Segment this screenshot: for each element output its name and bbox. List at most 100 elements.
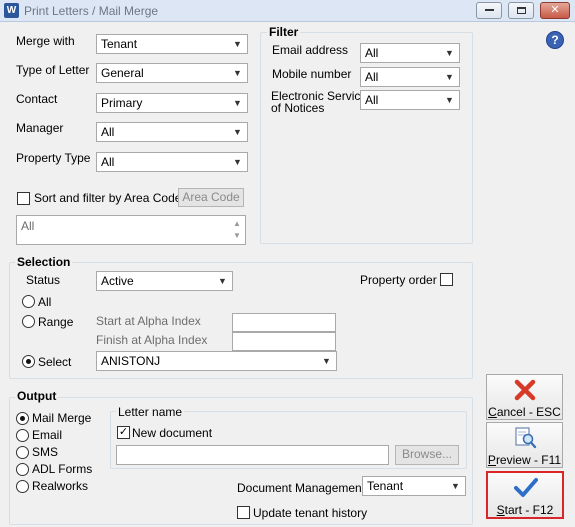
property-type-value: All	[101, 155, 115, 169]
document-management-value: Tenant	[367, 479, 404, 493]
output-sms-label: SMS	[32, 445, 59, 459]
chevron-down-icon: ▼	[233, 39, 242, 49]
output-mail-merge-label: Mail Merge	[32, 411, 92, 425]
radio-range-label: Range	[38, 315, 74, 329]
type-of-letter-value: General	[101, 66, 144, 80]
finish-alpha-label: Finish at Alpha Index	[96, 333, 208, 347]
email-filter-value: All	[365, 46, 379, 60]
area-code-button[interactable]: Area Code	[178, 188, 244, 207]
status-select[interactable]: Active ▼	[96, 271, 233, 291]
status-label: Status	[26, 273, 61, 287]
finish-alpha-input[interactable]	[232, 332, 336, 351]
start-button[interactable]: Start - F12	[486, 471, 564, 519]
help-icon[interactable]: ?	[546, 31, 564, 49]
chevron-down-icon: ▼	[233, 157, 242, 167]
output-mail-merge-radio[interactable]	[16, 412, 29, 425]
esn-filter-value: All	[365, 93, 379, 107]
selection-title: Selection	[15, 255, 73, 269]
merge-with-value: Tenant	[101, 37, 138, 51]
manager-label: Manager	[16, 121, 64, 135]
chevron-down-icon: ▼	[233, 98, 242, 108]
start-alpha-input[interactable]	[232, 313, 336, 332]
property-order-checkbox[interactable]	[440, 273, 453, 286]
chevron-down-icon: ▼	[445, 48, 454, 58]
output-sms-radio[interactable]	[16, 446, 29, 459]
document-management-label: Document Management	[237, 481, 366, 495]
type-of-letter-label: Type of Letter	[16, 63, 90, 77]
output-realworks-radio[interactable]	[16, 480, 29, 493]
checkmark-icon	[514, 478, 538, 497]
close-icon: ✕	[550, 4, 560, 16]
dialog-body: ? Merge with Tenant ▼ Type of Letter Gen…	[0, 22, 575, 527]
update-tenant-history-checkbox[interactable]	[237, 506, 250, 519]
radio-select-label: Select	[38, 355, 72, 369]
contact-label: Contact	[16, 92, 58, 106]
start-alpha-label: Start at Alpha Index	[96, 314, 201, 328]
close-window-button[interactable]: ✕	[540, 2, 570, 19]
mobile-filter-select[interactable]: All ▼	[360, 67, 460, 87]
output-adl-forms-label: ADL Forms	[32, 462, 93, 476]
output-email-label: Email	[32, 428, 63, 442]
radio-all-label: All	[38, 295, 52, 309]
preview-button[interactable]: Preview - F11	[486, 422, 563, 468]
email-filter-select[interactable]: All ▼	[360, 43, 460, 63]
filter-group	[260, 32, 473, 244]
chevron-down-icon: ▼	[218, 276, 227, 286]
merge-with-select[interactable]: Tenant ▼	[96, 34, 248, 54]
maximize-icon	[516, 6, 526, 14]
property-type-select[interactable]: All ▼	[96, 152, 248, 172]
minimize-icon	[484, 9, 494, 12]
output-email-radio[interactable]	[16, 429, 29, 442]
update-tenant-history-label: Update tenant history	[253, 506, 368, 520]
status-value: Active	[101, 274, 134, 288]
document-management-select[interactable]: Tenant ▼	[362, 476, 466, 496]
preview-button-label: Preview - F11	[487, 453, 562, 467]
output-realworks-label: Realworks	[32, 479, 89, 493]
letter-name-input[interactable]	[116, 445, 389, 465]
mobile-filter-label: Mobile number	[272, 67, 352, 81]
merge-with-label: Merge with	[16, 34, 75, 48]
cancel-button-label: Cancel - ESC	[488, 405, 561, 419]
output-adl-forms-radio[interactable]	[16, 463, 29, 476]
contact-select[interactable]: Primary ▼	[96, 93, 248, 113]
property-order-label: Property order	[360, 273, 437, 287]
email-filter-label: Email address	[272, 43, 349, 57]
area-code-list-value: All	[21, 219, 35, 233]
maximize-button[interactable]	[508, 2, 534, 19]
sort-area-code-checkbox[interactable]	[17, 192, 30, 205]
new-document-checkbox[interactable]: ✓	[117, 426, 130, 439]
title-bar: W Print Letters / Mail Merge ✕	[0, 0, 575, 22]
new-document-label: New document	[132, 426, 213, 440]
area-code-list[interactable]: All ▲ ▼	[16, 215, 246, 245]
select-index-value: ANISTONJ	[101, 354, 161, 368]
word-app-icon: W	[4, 3, 19, 18]
radio-select[interactable]	[22, 355, 35, 368]
preview-magnifier-icon	[515, 427, 537, 449]
radio-range[interactable]	[22, 315, 35, 328]
property-type-label: Property Type	[16, 151, 91, 165]
select-index-select[interactable]: ANISTONJ ▼	[96, 351, 337, 371]
type-of-letter-select[interactable]: General ▼	[96, 63, 248, 83]
manager-value: All	[101, 125, 115, 139]
cancel-x-icon	[514, 379, 536, 401]
scroll-arrows-icon[interactable]: ▲ ▼	[232, 218, 242, 242]
contact-value: Primary	[101, 96, 143, 110]
radio-all[interactable]	[22, 295, 35, 308]
manager-select[interactable]: All ▼	[96, 122, 248, 142]
window-title: Print Letters / Mail Merge	[24, 4, 159, 18]
browse-button[interactable]: Browse...	[395, 445, 459, 465]
output-title: Output	[15, 389, 59, 403]
filter-title: Filter	[267, 25, 301, 39]
minimize-button[interactable]	[476, 2, 502, 19]
esn-label-line2: of Notices	[271, 101, 325, 115]
chevron-down-icon: ▼	[233, 68, 242, 78]
chevron-down-icon: ▼	[445, 95, 454, 105]
esn-filter-label: Electronic Service of Notices	[271, 90, 367, 114]
chevron-down-icon: ▼	[233, 127, 242, 137]
cancel-button[interactable]: Cancel - ESC	[486, 374, 563, 420]
esn-filter-select[interactable]: All ▼	[360, 90, 460, 110]
chevron-down-icon: ▼	[322, 356, 331, 366]
start-button-label: Start - F12	[496, 503, 554, 517]
chevron-down-icon: ▼	[451, 481, 460, 491]
letter-name-title: Letter name	[116, 405, 185, 419]
